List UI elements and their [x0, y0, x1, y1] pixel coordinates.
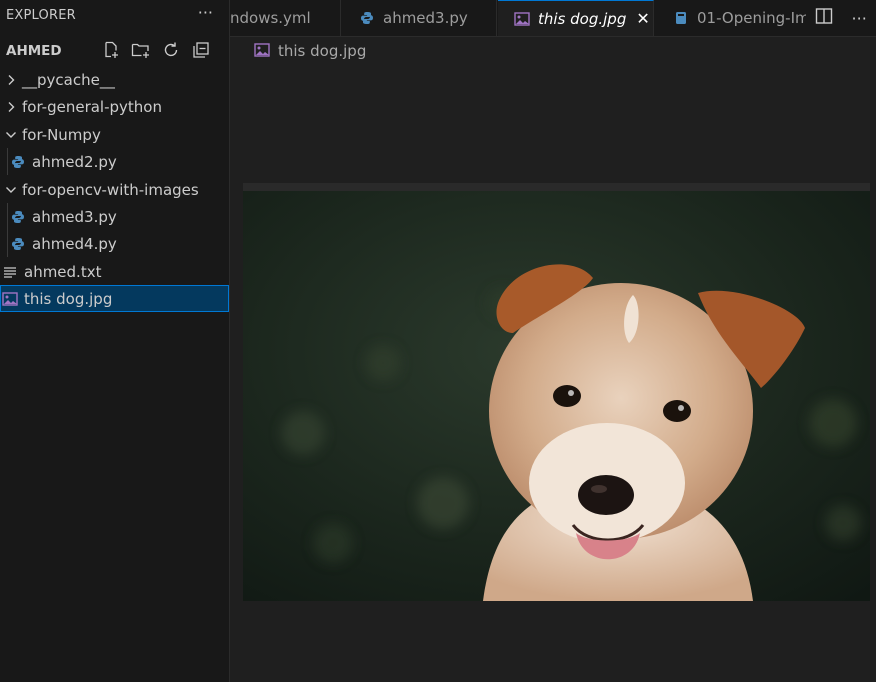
explorer-sidebar: EXPLORER ··· AHMED __pycache__ for-gener…: [0, 0, 230, 682]
tree-folder-opencv[interactable]: for-opencv-with-images: [0, 176, 229, 203]
editor-actions: ···: [806, 0, 876, 36]
more-actions-icon[interactable]: ···: [852, 9, 867, 28]
tab-label: ndows.yml: [230, 9, 311, 27]
text-file-icon: [2, 264, 18, 280]
tree-folder-pycache[interactable]: __pycache__: [0, 66, 229, 93]
tree-item-label: ahmed.txt: [24, 262, 102, 281]
notebook-icon: [673, 10, 689, 26]
tab-notebook[interactable]: 01-Opening-Im: [655, 0, 815, 36]
workspace-title: AHMED: [6, 43, 62, 59]
tab-label: 01-Opening-Im: [697, 9, 810, 27]
tree-file-ahmed-txt[interactable]: ahmed.txt: [0, 258, 229, 285]
new-folder-icon[interactable]: [131, 40, 151, 60]
chevron-right-icon: [3, 72, 19, 88]
tree-item-label: for-Numpy: [22, 125, 101, 144]
python-icon: [359, 10, 375, 26]
tree-file-this-dog[interactable]: this dog.jpg: [0, 285, 229, 312]
explorer-header: EXPLORER ···: [0, 0, 229, 34]
tab-this-dog[interactable]: this dog.jpg ✕: [498, 0, 654, 36]
collapse-all-icon[interactable]: [191, 40, 211, 60]
tree-item-label: for-opencv-with-images: [22, 180, 199, 199]
breadcrumb: this dog.jpg: [254, 42, 366, 60]
tree-item-label: ahmed4.py: [32, 234, 117, 253]
image-icon: [2, 291, 18, 307]
tab-ahmed3[interactable]: ahmed3.py: [341, 0, 497, 36]
close-icon[interactable]: ✕: [636, 9, 649, 28]
dog-photo: [243, 183, 870, 601]
python-icon: [10, 209, 26, 225]
python-icon: [10, 236, 26, 252]
breadcrumb-file[interactable]: this dog.jpg: [278, 42, 366, 60]
editor-tab-bar: ndows.yml ahmed3.py this dog.jpg ✕ 01-Op…: [230, 0, 876, 37]
tree-item-label: for-general-python: [22, 97, 162, 116]
split-editor-icon[interactable]: [815, 7, 833, 29]
chevron-down-icon: [3, 182, 19, 198]
tree-folder-general-python[interactable]: for-general-python: [0, 93, 229, 120]
section-actions: [101, 40, 211, 60]
tree-file-ahmed4[interactable]: ahmed4.py: [0, 230, 229, 257]
tab-label: ahmed3.py: [383, 9, 468, 27]
chevron-down-icon: [3, 127, 19, 143]
refresh-icon[interactable]: [161, 40, 181, 60]
image-icon: [514, 11, 530, 27]
explorer-more-button[interactable]: ···: [198, 3, 213, 22]
workspace-section-header[interactable]: AHMED: [0, 38, 229, 64]
new-file-icon[interactable]: [101, 40, 121, 60]
explorer-title: EXPLORER: [6, 8, 76, 23]
python-icon: [10, 154, 26, 170]
image-preview[interactable]: [243, 183, 870, 601]
tree-file-ahmed3[interactable]: ahmed3.py: [0, 203, 229, 230]
tree-item-label: ahmed3.py: [32, 207, 117, 226]
tab-windows-yml[interactable]: ndows.yml: [230, 0, 341, 36]
tab-label: this dog.jpg: [538, 9, 627, 28]
tree-file-ahmed2[interactable]: ahmed2.py: [0, 148, 229, 175]
image-icon: [254, 43, 270, 59]
chevron-right-icon: [3, 99, 19, 115]
tree-folder-numpy[interactable]: for-Numpy: [0, 121, 229, 148]
tree-item-label: ahmed2.py: [32, 152, 117, 171]
tree-item-label: this dog.jpg: [24, 289, 113, 308]
tree-item-label: __pycache__: [22, 70, 115, 89]
